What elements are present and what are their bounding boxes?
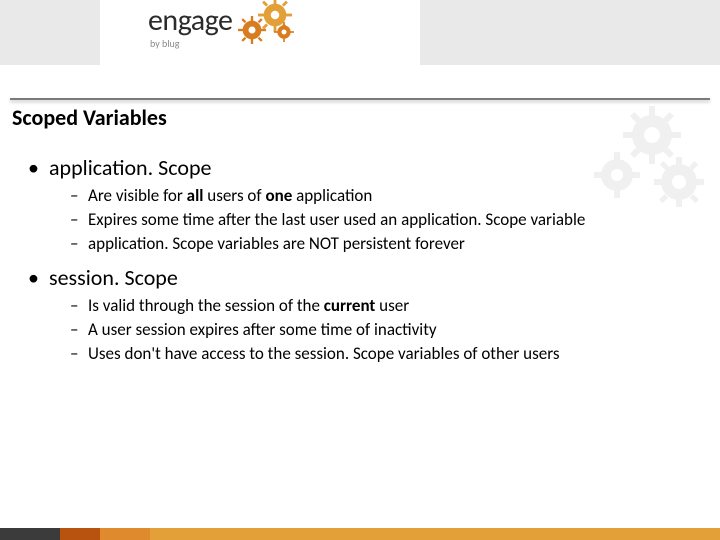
footer-seg <box>100 528 150 540</box>
gear-icon <box>274 22 294 42</box>
header-grey-left <box>0 0 100 65</box>
slide-content: • application. Scope – Are visible for a… <box>28 148 700 375</box>
level2-text: A user session expires after some time o… <box>88 319 700 341</box>
logo: engage by blug <box>148 2 232 50</box>
footer-seg <box>150 528 720 540</box>
divider-line <box>10 98 710 100</box>
footer-seg <box>0 528 60 540</box>
slide-title: Scoped Variables <box>12 104 167 131</box>
dash-icon: – <box>70 233 88 255</box>
bullet-level2: – Are visible for all users of one appli… <box>70 185 700 207</box>
level1-text: session. Scope <box>49 264 178 291</box>
bullet-dot-icon: • <box>28 154 44 181</box>
level2-text: Uses don't have access to the session. S… <box>88 343 700 365</box>
slide-stage: engage by blug <box>0 0 720 540</box>
sublist: – Is valid through the session of the cu… <box>70 295 700 364</box>
footer-seg <box>60 528 100 540</box>
bullet-level2: – Is valid through the session of the cu… <box>70 295 700 317</box>
dash-icon: – <box>70 343 88 365</box>
dash-icon: – <box>70 295 88 317</box>
level2-text: application. Scope variables are NOT per… <box>88 233 700 255</box>
logo-word: engage <box>148 2 232 39</box>
footer-bar <box>0 528 720 540</box>
bullet-level2: – Uses don't have access to the session.… <box>70 343 700 365</box>
level1-text: application. Scope <box>49 154 212 181</box>
dash-icon: – <box>70 185 88 207</box>
level2-text: Is valid through the session of the curr… <box>88 295 700 317</box>
bullet-level2: – Expires some time after the last user … <box>70 209 700 231</box>
level2-text: Are visible for all users of one applica… <box>88 185 700 207</box>
bullet-dot-icon: • <box>28 264 44 291</box>
bullet-level2: – A user session expires after some time… <box>70 319 700 341</box>
dash-icon: – <box>70 209 88 231</box>
header-grey-right <box>420 0 720 65</box>
bullet-level2: – application. Scope variables are NOT p… <box>70 233 700 255</box>
bullet-level1: • application. Scope <box>28 154 700 181</box>
bullet-level1: • session. Scope <box>28 264 700 291</box>
header: engage by blug <box>0 0 720 95</box>
level2-text: Expires some time after the last user us… <box>88 209 700 231</box>
dash-icon: – <box>70 319 88 341</box>
sublist: – Are visible for all users of one appli… <box>70 185 700 254</box>
